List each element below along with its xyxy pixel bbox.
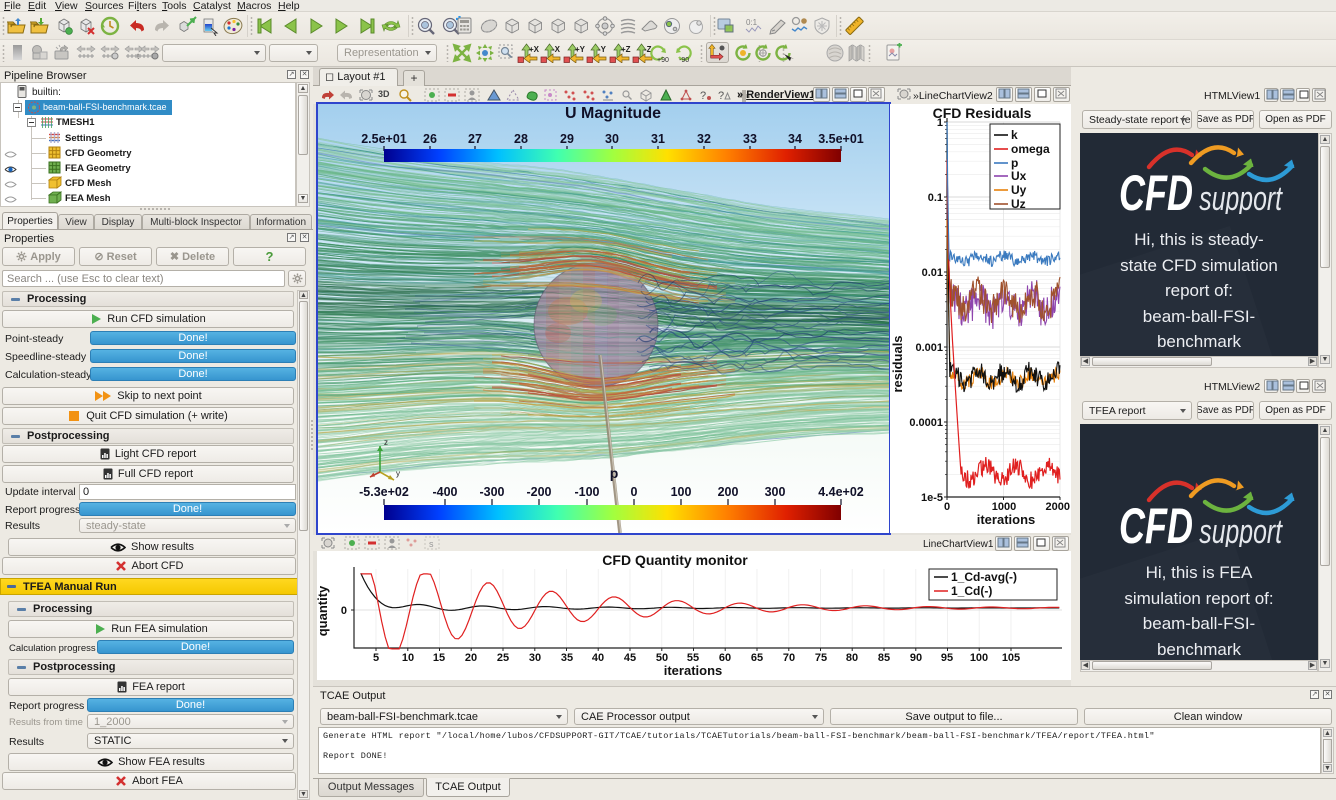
svg-text:33: 33 xyxy=(743,132,757,146)
svg-text:3.5e+01: 3.5e+01 xyxy=(818,132,864,146)
svg-text:omega: omega xyxy=(1011,142,1050,156)
svg-text:CFD Residuals: CFD Residuals xyxy=(933,105,1032,121)
svg-text:+Z: +Z xyxy=(621,45,631,54)
svg-text:4.4e+02: 4.4e+02 xyxy=(818,485,864,499)
svg-text:20: 20 xyxy=(465,652,477,664)
svg-text:CFD Quantity monitor: CFD Quantity monitor xyxy=(602,552,748,568)
svg-text:-300: -300 xyxy=(479,485,504,499)
svg-text:z: z xyxy=(384,438,388,447)
svg-text:34: 34 xyxy=(788,132,802,146)
svg-text:Ux: Ux xyxy=(1011,169,1027,183)
svg-text:k: k xyxy=(1011,128,1018,142)
svg-text:0.001: 0.001 xyxy=(915,342,943,354)
svg-text:1_Cd-avg(-): 1_Cd-avg(-) xyxy=(951,570,1017,584)
svg-text:iterations: iterations xyxy=(664,663,723,678)
svg-text:p: p xyxy=(610,465,619,481)
svg-text:2000: 2000 xyxy=(1046,501,1070,513)
svg-text:?: ? xyxy=(718,90,724,102)
svg-text:45: 45 xyxy=(624,652,636,664)
svg-text:U Magnitude: U Magnitude xyxy=(565,105,661,122)
svg-text:15: 15 xyxy=(433,652,445,664)
svg-text:5: 5 xyxy=(373,652,379,664)
svg-text:30: 30 xyxy=(529,652,541,664)
svg-text:75: 75 xyxy=(815,652,827,664)
svg-text:0:1: 0:1 xyxy=(746,18,758,27)
svg-text:quantity: quantity xyxy=(317,585,330,636)
svg-text:105: 105 xyxy=(1002,652,1020,664)
svg-text:?: ? xyxy=(700,90,706,102)
svg-text:+Y: +Y xyxy=(575,45,586,54)
svg-text:0.1: 0.1 xyxy=(928,192,943,204)
svg-text:32: 32 xyxy=(697,132,711,146)
svg-text:0.01: 0.01 xyxy=(922,267,943,279)
svg-text:25: 25 xyxy=(497,652,509,664)
svg-text:Uz: Uz xyxy=(1011,197,1026,211)
svg-text:1e-5: 1e-5 xyxy=(921,492,943,504)
svg-text:y: y xyxy=(396,469,400,478)
svg-text:1_Cd(-): 1_Cd(-) xyxy=(951,584,992,598)
svg-text:95: 95 xyxy=(941,652,953,664)
svg-text:0.0001: 0.0001 xyxy=(909,417,943,429)
svg-text:-100: -100 xyxy=(574,485,599,499)
svg-text:-400: -400 xyxy=(432,485,457,499)
svg-text:80: 80 xyxy=(846,652,858,664)
svg-text:residuals: residuals xyxy=(890,335,905,392)
svg-text:65: 65 xyxy=(751,652,763,664)
svg-text:2.5e+01: 2.5e+01 xyxy=(361,132,407,146)
svg-text:29: 29 xyxy=(560,132,574,146)
svg-text:27: 27 xyxy=(468,132,482,146)
svg-text:10: 10 xyxy=(402,652,414,664)
svg-text:300: 300 xyxy=(765,485,786,499)
svg-text:26: 26 xyxy=(423,132,437,146)
svg-text:0: 0 xyxy=(944,501,950,513)
svg-text:90: 90 xyxy=(910,652,922,664)
svg-text:85: 85 xyxy=(878,652,890,664)
svg-text:-5.3e+02: -5.3e+02 xyxy=(359,485,409,499)
svg-text:Uy: Uy xyxy=(1011,183,1027,197)
svg-text:+90: +90 xyxy=(657,57,669,63)
svg-text:iterations: iterations xyxy=(977,512,1036,527)
svg-text:s: s xyxy=(429,539,434,549)
svg-text:CFD: CFD xyxy=(1119,166,1193,214)
svg-text:30: 30 xyxy=(605,132,619,146)
svg-text:0: 0 xyxy=(341,605,347,617)
svg-text:28: 28 xyxy=(514,132,528,146)
svg-text:100: 100 xyxy=(671,485,692,499)
svg-text:100: 100 xyxy=(970,652,988,664)
svg-text:40: 40 xyxy=(592,652,604,664)
svg-text:200: 200 xyxy=(718,485,739,499)
svg-text:31: 31 xyxy=(651,132,665,146)
svg-text:support: support xyxy=(1199,180,1283,214)
svg-text:-200: -200 xyxy=(526,485,551,499)
svg-text:CFD: CFD xyxy=(1119,499,1193,547)
svg-text:p: p xyxy=(1011,156,1018,170)
svg-text:-90: -90 xyxy=(679,57,689,63)
svg-text:support: support xyxy=(1199,513,1283,547)
svg-text:0: 0 xyxy=(631,485,638,499)
svg-text:35: 35 xyxy=(561,652,573,664)
svg-text:-X: -X xyxy=(552,45,561,54)
svg-text:+X: +X xyxy=(529,45,540,54)
svg-text:70: 70 xyxy=(783,652,795,664)
svg-text:-Y: -Y xyxy=(598,45,607,54)
